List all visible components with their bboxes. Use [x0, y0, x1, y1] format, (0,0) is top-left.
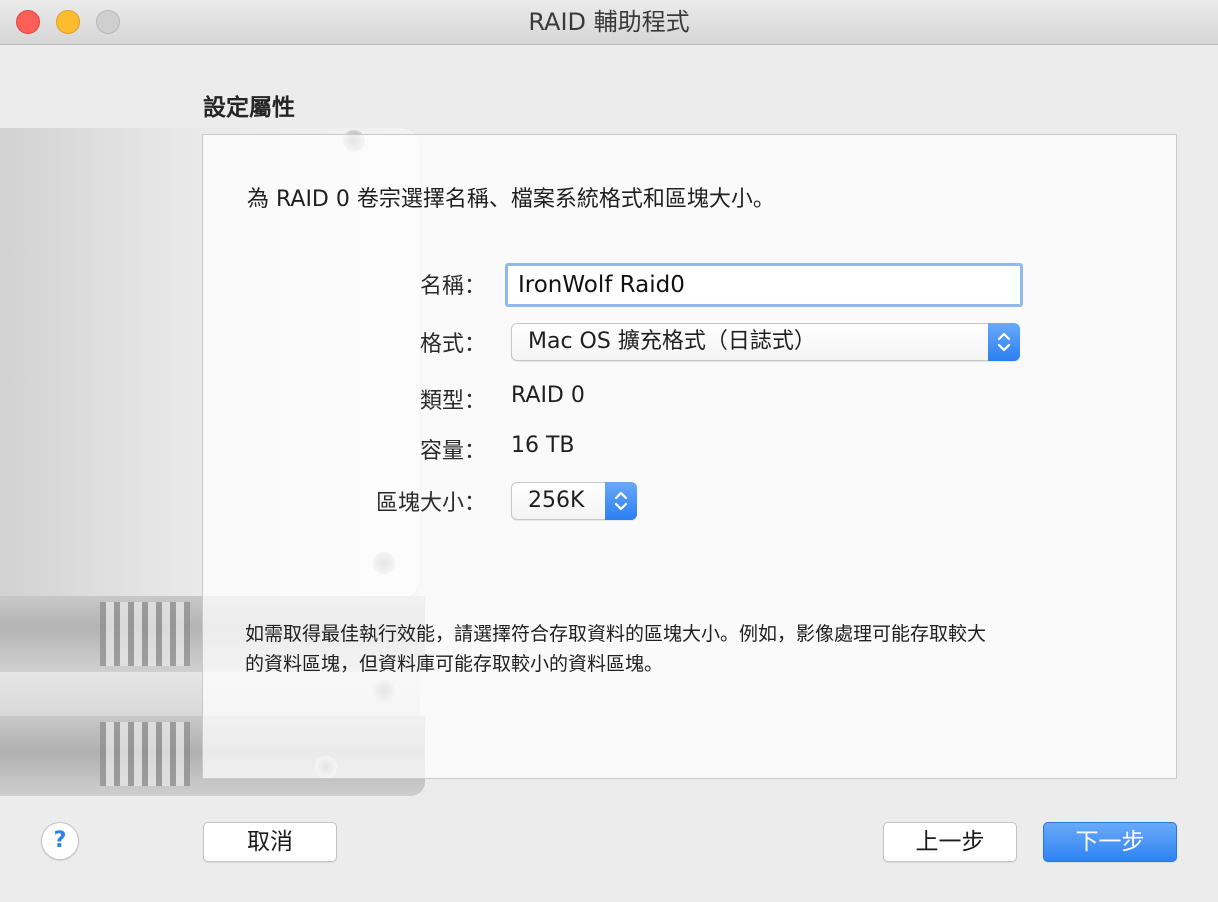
popup-arrows-icon	[988, 323, 1020, 361]
chunk-size-label: 區塊大小：	[375, 491, 486, 516]
format-popup[interactable]: Mac OS 擴充格式（日誌式）	[511, 323, 1020, 361]
settings-panel: 為 RAID 0 卷宗選擇名稱、檔案系統格式和區塊大小。 名稱： 格式： Mac…	[202, 134, 1177, 779]
back-button[interactable]: 上一步	[883, 822, 1017, 862]
type-value: RAID 0	[511, 383, 585, 408]
help-button[interactable]: ?	[41, 822, 79, 860]
volume-name-input[interactable]	[505, 263, 1023, 307]
format-label: 格式：	[419, 332, 486, 357]
cancel-button[interactable]: 取消	[203, 822, 337, 862]
section-title: 設定屬性	[203, 95, 295, 121]
chunk-size-value: 256K	[528, 488, 585, 513]
popup-arrows-icon	[605, 482, 637, 520]
name-label: 名稱：	[419, 274, 486, 299]
window-title: RAID 輔助程式	[528, 8, 690, 36]
type-label: 類型：	[419, 389, 486, 414]
vent-grille	[100, 602, 190, 666]
chunk-size-popup[interactable]: 256K	[511, 482, 637, 520]
raid-assistant-window: RAID 輔助程式 設定屬性 為 RAID 0 卷宗選擇名稱、檔案系統格式和區塊…	[0, 0, 1218, 902]
capacity-label: 容量：	[419, 439, 486, 464]
chunk-size-hint: 如需取得最佳執行效能，請選擇符合存取資料的區塊大小。例如，影像處理可能存取較大 …	[245, 619, 1145, 679]
hint-line: 的資料區塊，但資料庫可能存取較小的資料區塊。	[245, 653, 664, 675]
intro-text: 為 RAID 0 卷宗選擇名稱、檔案系統格式和區塊大小。	[247, 187, 775, 212]
format-value: Mac OS 擴充格式（日誌式）	[528, 329, 816, 354]
next-button[interactable]: 下一步	[1043, 822, 1177, 862]
capacity-value: 16 TB	[511, 433, 575, 458]
hint-line: 如需取得最佳執行效能，請選擇符合存取資料的區塊大小。例如，影像處理可能存取較大	[245, 623, 987, 645]
title-bar: RAID 輔助程式	[0, 0, 1218, 45]
vent-grille	[100, 722, 190, 786]
